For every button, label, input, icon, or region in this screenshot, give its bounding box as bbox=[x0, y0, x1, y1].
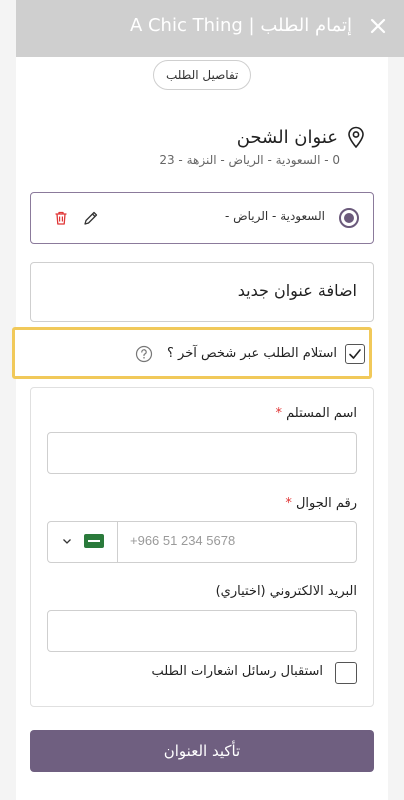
check-icon bbox=[349, 349, 361, 359]
chevron-down-icon bbox=[63, 539, 71, 544]
pickup-label: استلام الطلب عبر شخص آخر ؟ bbox=[167, 346, 337, 361]
saved-address-label: السعودية - الرياض - bbox=[224, 209, 325, 223]
recipient-form: اسم المستلم * رقم الجوال * +966 51 234 5… bbox=[30, 387, 374, 707]
trash-icon[interactable] bbox=[53, 210, 69, 226]
phone-input[interactable]: +966 51 234 5678 bbox=[130, 533, 235, 548]
shipping-title-text: عنوان الشحن bbox=[236, 126, 338, 148]
location-pin-icon bbox=[348, 126, 364, 148]
saved-address-card[interactable]: السعودية - الرياض - bbox=[30, 192, 374, 244]
required-mark: * bbox=[275, 406, 283, 421]
email-input[interactable] bbox=[47, 610, 357, 652]
recipient-name-input[interactable] bbox=[47, 432, 357, 474]
recipient-name-label: اسم المستلم * bbox=[275, 406, 358, 421]
page-title: إتمام الطلب | A Chic Thing bbox=[129, 15, 352, 36]
pickup-by-other-option[interactable]: استلام الطلب عبر شخص آخر ؟ bbox=[12, 327, 372, 379]
add-new-address-label: اضافة عنوان جديد bbox=[237, 281, 357, 300]
phone-label: رقم الجوال * bbox=[285, 496, 357, 511]
saudi-flag-icon bbox=[84, 534, 104, 548]
country-code-select[interactable] bbox=[48, 522, 118, 562]
close-icon[interactable] bbox=[366, 14, 390, 38]
top-bar: إتمام الطلب | A Chic Thing bbox=[16, 0, 404, 57]
shipping-address-summary: 0 - السعودية - الرياض - النزهة - 23 bbox=[159, 153, 340, 167]
question-mark-icon[interactable] bbox=[135, 345, 153, 363]
confirm-address-button[interactable]: تأكيد العنوان bbox=[30, 730, 374, 772]
pickup-checkbox[interactable] bbox=[345, 344, 365, 364]
phone-input-group: +966 51 234 5678 bbox=[47, 521, 357, 563]
email-label: البريد الالكتروني (اختياري) bbox=[215, 584, 357, 599]
add-new-address-button[interactable]: اضافة عنوان جديد bbox=[30, 262, 374, 322]
address-radio[interactable] bbox=[339, 208, 359, 228]
shipping-section-title: عنوان الشحن bbox=[237, 126, 366, 148]
required-mark: * bbox=[285, 496, 292, 511]
edit-icon[interactable] bbox=[83, 210, 99, 226]
notifications-label: استقبال رسائل اشعارات الطلب bbox=[151, 664, 324, 679]
order-notifications-option[interactable]: استقبال رسائل اشعارات الطلب bbox=[47, 658, 357, 688]
order-details-chip[interactable]: تفاصيل الطلب bbox=[153, 60, 252, 90]
checkout-sheet: تفاصيل الطلب عنوان الشحن 0 - السعودية - … bbox=[12, 57, 388, 800]
notifications-checkbox[interactable] bbox=[335, 662, 357, 684]
